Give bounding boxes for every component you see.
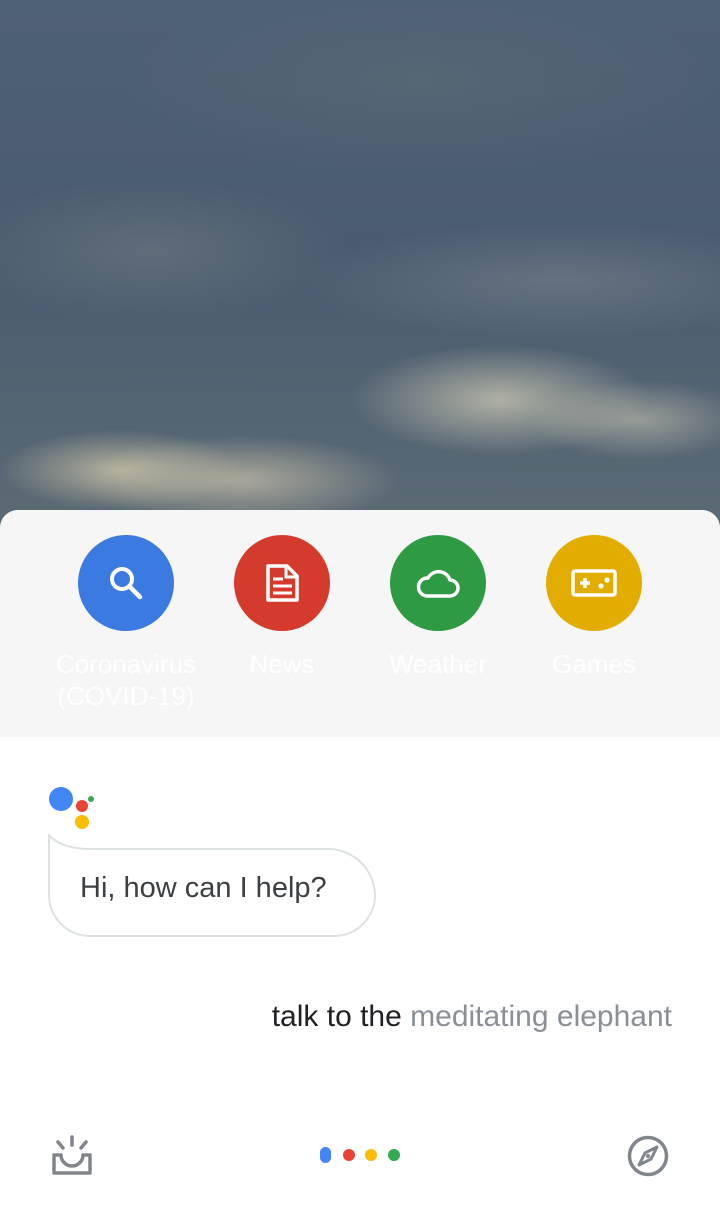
suggestion-label: Weather [389,649,487,679]
suggestion-weather[interactable]: Weather [360,535,516,680]
user-query-transcript: talk to the meditating elephant [272,1000,672,1034]
suggestion-games[interactable]: Games [516,535,672,680]
news-icon [234,535,330,631]
gamepad-icon [546,535,642,631]
suggestion-coronavirus[interactable]: Coronavirus (COVID-19) [48,535,204,712]
snapshot-icon[interactable] [50,1135,94,1177]
assistant-greeting: Hi, how can I help? [80,872,327,904]
suggestion-news[interactable]: News [204,535,360,680]
query-partial-text: meditating elephant [410,1000,672,1033]
cloud-icon [390,535,486,631]
suggestion-label: Games [552,649,636,679]
wallpaper-background [0,0,720,560]
suggestion-chips: Coronavirus (COVID-19) News Weather Game… [0,510,720,737]
suggestion-label: News [249,649,315,679]
query-final-text: talk to the [271,1000,402,1033]
assistant-logo-icon [49,787,94,829]
assistant-message-bubble: Hi, how can I help? [48,834,377,937]
suggestion-label: Coronavirus (COVID-19) [55,649,197,711]
assistant-dots-icon[interactable] [320,1147,402,1163]
search-icon [78,535,174,631]
explore-compass-icon[interactable] [626,1134,670,1178]
